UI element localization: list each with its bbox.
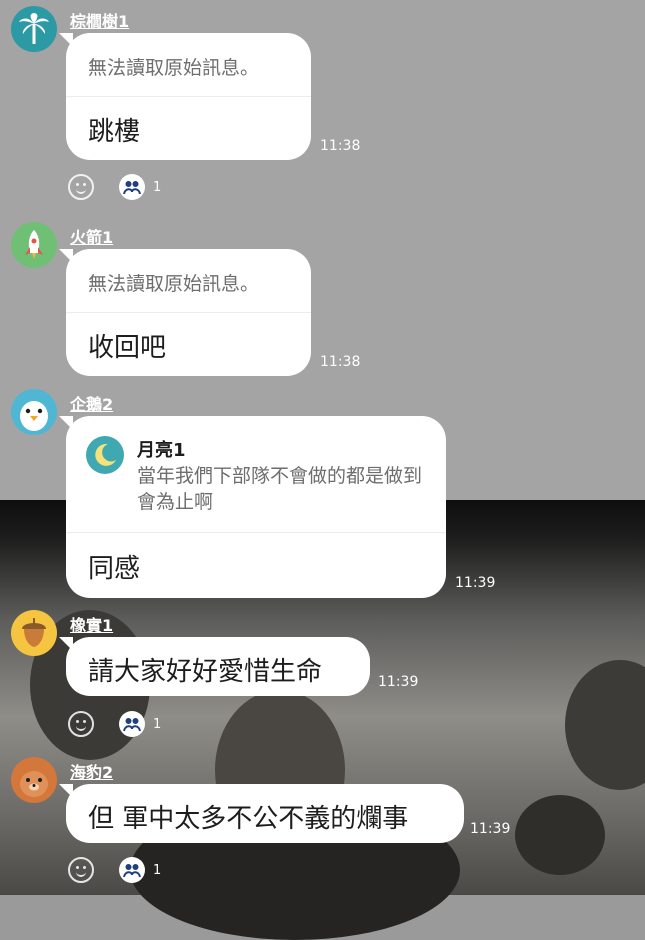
sender-name[interactable]: 海豹2	[70, 759, 113, 783]
penguin-icon[interactable]	[11, 389, 57, 435]
bubble-divider	[66, 312, 311, 313]
reaction-count: 1	[153, 179, 162, 195]
reaction-icon[interactable]	[119, 174, 145, 200]
add-reaction-icon[interactable]	[68, 711, 94, 737]
bubble-divider	[66, 532, 446, 533]
sender-name[interactable]: 棕櫚樹1	[70, 8, 129, 32]
reaction-row: 1	[68, 710, 161, 738]
reaction-row: 1	[68, 856, 161, 884]
seal-icon[interactable]	[11, 757, 57, 803]
add-reaction-icon[interactable]	[68, 174, 94, 200]
message-text: 收回吧	[88, 333, 167, 363]
message-bubble[interactable]: 月亮1 當年我們下部隊不會做的都是做到會為止啊 同感	[59, 416, 446, 598]
reaction-count: 1	[153, 716, 162, 732]
message-bubble[interactable]: 無法讀取原始訊息。 跳樓	[59, 33, 311, 160]
add-reaction-icon[interactable]	[68, 857, 94, 883]
unavailable-notice: 無法讀取原始訊息。	[88, 273, 260, 295]
message-bubble[interactable]: 無法讀取原始訊息。 收回吧	[59, 249, 311, 376]
moon-icon	[86, 436, 124, 474]
reply-sender-name: 月亮1	[137, 440, 186, 461]
message-bubble[interactable]: 請大家好好愛惜生命	[59, 637, 370, 696]
message-bubble[interactable]: 但 軍中太多不公不義的爛事	[59, 784, 464, 843]
unavailable-notice: 無法讀取原始訊息。	[88, 57, 260, 79]
message-text: 跳樓	[88, 117, 141, 147]
bubble-divider	[66, 96, 311, 97]
message-text: 同感	[88, 554, 141, 584]
message-time: 11:39	[378, 674, 419, 690]
message-time: 11:39	[470, 821, 511, 837]
message-time: 11:38	[320, 138, 361, 154]
reply-text: 當年我們下部隊不會做的都是做到會為止啊	[137, 465, 423, 513]
acorn-icon[interactable]	[11, 610, 57, 656]
message-time: 11:39	[455, 575, 496, 591]
reaction-count: 1	[153, 862, 162, 878]
sender-name[interactable]: 企鵝2	[70, 391, 113, 415]
palm-tree-icon[interactable]	[11, 6, 57, 52]
reaction-icon[interactable]	[119, 857, 145, 883]
message-text: 請大家好好愛惜生命	[88, 657, 323, 687]
reaction-row: 1	[68, 173, 161, 201]
rocket-icon[interactable]	[11, 222, 57, 268]
reaction-icon[interactable]	[119, 711, 145, 737]
message-text: 但 軍中太多不公不義的爛事	[88, 804, 409, 834]
sender-name[interactable]: 火箭1	[70, 224, 113, 248]
sender-name[interactable]: 橡實1	[70, 612, 113, 636]
message-time: 11:38	[320, 354, 361, 370]
